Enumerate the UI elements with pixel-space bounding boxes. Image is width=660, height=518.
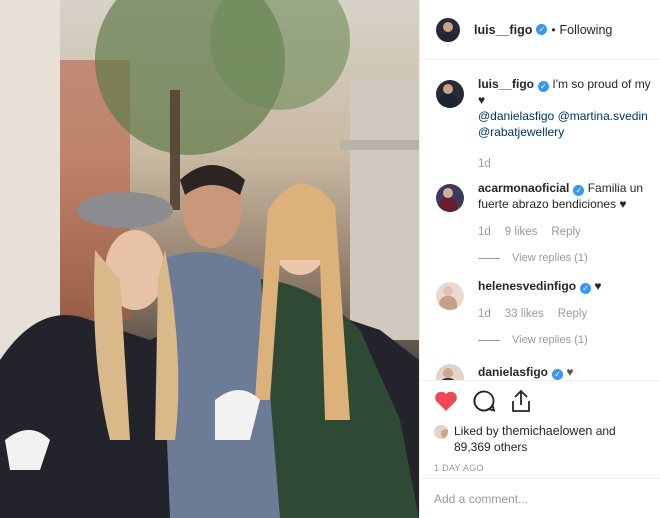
comment-username[interactable]: acarmonaoficial [478, 181, 569, 195]
view-replies[interactable]: View replies (1) [478, 250, 653, 266]
mention-link[interactable]: @martina.svedin [558, 109, 648, 123]
post-actions: Liked by themichaelowen and 89,369 other… [420, 380, 660, 473]
view-replies[interactable]: View replies (1) [478, 332, 653, 348]
comment-avatar[interactable] [436, 282, 464, 310]
share-icon[interactable] [510, 389, 532, 416]
verified-icon: ✓ [536, 24, 548, 35]
author-avatar[interactable] [436, 17, 460, 42]
post-photo[interactable] [0, 0, 419, 518]
replies-line [478, 257, 500, 259]
photo-illustration [0, 0, 419, 518]
view-replies-label: View replies (1) [512, 252, 588, 264]
add-comment-input[interactable]: Add a comment... [420, 478, 660, 518]
comment-age[interactable]: 1d [478, 306, 491, 322]
caption: luis__figo ✓ I'm so proud of my ♥ @daniel… [436, 76, 653, 172]
likes-count[interactable]: 89,369 others [454, 439, 616, 455]
comment-age[interactable]: 1d [478, 224, 491, 240]
view-replies-label: View replies (1) [512, 334, 588, 346]
following-button[interactable]: Following [560, 23, 613, 37]
comment-avatar[interactable] [436, 184, 464, 212]
mention-link[interactable]: @rabatjewellery [478, 125, 564, 139]
caption-avatar[interactable] [436, 80, 464, 108]
comment-item: danielasfigo ✓ ♥ [436, 360, 653, 380]
comment-avatar[interactable] [436, 364, 464, 380]
comment-item: acarmonaoficial ✓ Familia un fuerte abraz… [436, 180, 653, 266]
caption-age[interactable]: 1d [478, 156, 491, 172]
verified-icon: ✓ [573, 185, 585, 196]
post-panel: luis__figo ✓ • Following luis__figo ✓ I'm… [419, 0, 660, 518]
comment-username[interactable]: helenesvedinfigo [478, 279, 576, 293]
verified-icon: ✓ [552, 369, 564, 380]
post-timestamp[interactable]: 1 DAY AGO [434, 463, 645, 473]
caption-username[interactable]: luis__figo [478, 77, 534, 91]
comment-text: ♥ [566, 365, 574, 379]
liker-username[interactable]: themichaelowen [502, 424, 592, 438]
comment-item: helenesvedinfigo ✓ ♥ 1d 33 likes Reply Vi… [436, 278, 653, 348]
mention-link[interactable]: @danielasfigo [478, 109, 554, 123]
comment-username[interactable]: danielasfigo [478, 365, 548, 379]
author-username[interactable]: luis__figo [474, 23, 532, 37]
reply-button[interactable]: Reply [551, 224, 580, 240]
liker-avatar[interactable] [434, 425, 448, 439]
comment-text: ♥ [594, 279, 602, 293]
liked-middle: and [592, 424, 616, 438]
replies-line [478, 339, 500, 341]
comments-list[interactable]: luis__figo ✓ I'm so proud of my ♥ @daniel… [420, 60, 660, 380]
comment-icon[interactable] [472, 389, 496, 416]
liked-prefix: Liked by [454, 424, 503, 438]
likes-summary: Liked by themichaelowen and 89,369 other… [434, 423, 645, 455]
comment-likes[interactable]: 33 likes [505, 306, 544, 322]
reply-button[interactable]: Reply [558, 306, 587, 322]
heart-icon[interactable] [434, 390, 458, 415]
verified-icon: ✓ [538, 81, 550, 92]
comment-likes[interactable]: 9 likes [505, 224, 538, 240]
post-header: luis__figo ✓ • Following [420, 0, 660, 60]
verified-icon: ✓ [580, 283, 592, 294]
separator-dot: • [551, 22, 556, 37]
